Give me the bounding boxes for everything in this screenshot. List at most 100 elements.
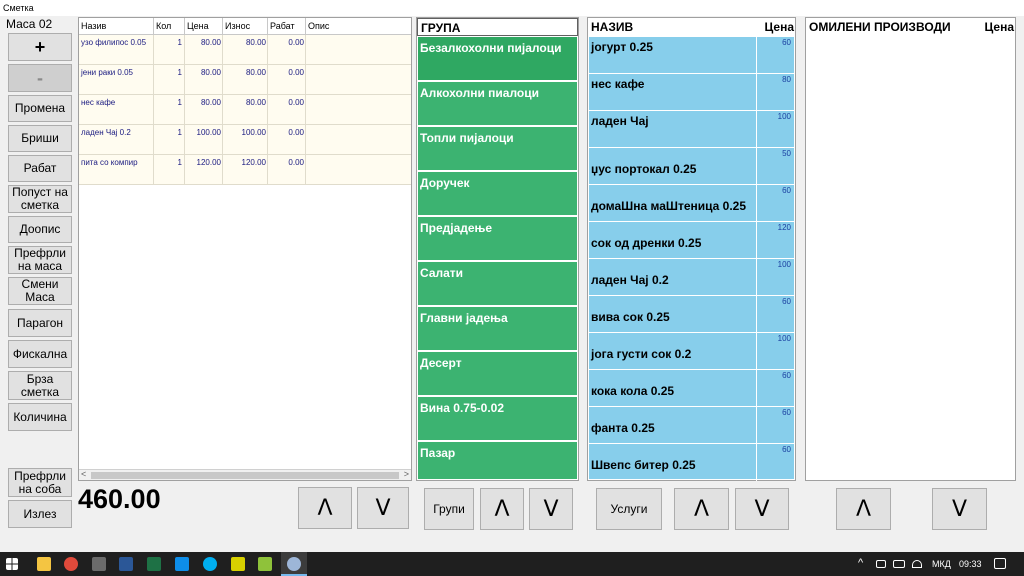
table-row[interactable]: нес кафе 1 80.00 80.00 0.00 xyxy=(79,95,411,125)
groups-scroll-up-button[interactable]: Λ xyxy=(480,488,524,530)
favorites-scroll-up-button[interactable]: Λ xyxy=(836,488,891,530)
cell-name: нес кафе xyxy=(81,98,116,107)
sevenzip-icon[interactable] xyxy=(231,557,245,571)
cell-amount: 80.00 xyxy=(245,98,266,107)
product-item[interactable]: домаШна маШтеница 0.25 60 xyxy=(589,185,794,222)
app-icon[interactable] xyxy=(258,557,272,571)
order-scroll-up-button[interactable]: Λ xyxy=(298,487,352,529)
minus-button[interactable]: - xyxy=(8,64,72,92)
favorites-panel[interactable]: ОМИЛЕНИ ПРОИЗВОДИ Цена xyxy=(805,17,1016,481)
product-item[interactable]: јогурт 0.25 60 xyxy=(589,37,794,74)
services-button[interactable]: Услуги xyxy=(596,488,662,530)
tray-chevron-icon[interactable]: ^ xyxy=(858,557,863,569)
col-header-price[interactable]: Цена xyxy=(187,21,209,31)
product-name: кока кола 0.25 xyxy=(591,384,675,398)
group-item[interactable]: Алкохолни пиалоци xyxy=(418,82,577,126)
transfer-room-button[interactable]: Префрли на соба xyxy=(8,468,72,497)
delete-button[interactable]: Бриши xyxy=(8,125,72,152)
cell-name: јени раки 0.05 xyxy=(81,68,133,77)
bill-discount-button[interactable]: Попуст на сметка xyxy=(8,185,72,213)
col-header-name[interactable]: Назив xyxy=(81,21,106,31)
group-item[interactable]: Пазар xyxy=(418,442,577,480)
product-price: 50 xyxy=(782,149,791,158)
product-item[interactable]: ладен Чај 0.2 100 xyxy=(589,259,794,296)
product-price: 60 xyxy=(782,186,791,195)
word-icon[interactable] xyxy=(119,557,133,571)
order-grid[interactable]: Назив Кол Цена Износ Рабат Опис узо фили… xyxy=(78,17,412,481)
excel-icon[interactable] xyxy=(147,557,161,571)
cell-qty: 1 xyxy=(177,98,182,107)
discount-button[interactable]: Рабат xyxy=(8,155,72,182)
col-header-amount[interactable]: Износ xyxy=(225,21,250,31)
teamviewer-icon[interactable] xyxy=(175,557,189,571)
favorites-scroll-down-button[interactable]: V xyxy=(932,488,987,530)
product-item[interactable]: џус портокал 0.25 50 xyxy=(589,148,794,185)
add-button[interactable]: + xyxy=(8,33,72,61)
product-item[interactable]: фанта 0.25 60 xyxy=(589,407,794,444)
product-item[interactable]: сок од дренки 0.25 120 xyxy=(589,222,794,259)
product-item[interactable]: ладен Чај 100 xyxy=(589,111,794,148)
file-explorer-icon[interactable] xyxy=(37,557,51,571)
products-scroll-down-button[interactable]: V xyxy=(735,488,789,530)
product-item[interactable]: вива сок 0.25 60 xyxy=(589,296,794,333)
quick-bill-button[interactable]: Брза сметка xyxy=(8,371,72,400)
transfer-table-button[interactable]: Префрли на маса xyxy=(8,246,72,274)
cell-price: 80.00 xyxy=(200,68,221,77)
groups-button[interactable]: Групи xyxy=(424,488,474,530)
col-header-discount[interactable]: Рабат xyxy=(270,21,295,31)
table-row[interactable]: узо филипос 0.05 1 80.00 80.00 0.00 xyxy=(79,35,411,65)
favorites-header-price: Цена xyxy=(984,20,1014,34)
product-name: сок од дренки 0.25 xyxy=(591,236,702,250)
table-row[interactable]: пита со компир 1 120.00 120.00 0.00 xyxy=(79,155,411,185)
group-item[interactable]: Предјадење xyxy=(418,217,577,261)
cell-price: 80.00 xyxy=(200,38,221,47)
group-item[interactable]: Салати xyxy=(418,262,577,306)
quantity-button[interactable]: Количина xyxy=(8,403,72,431)
clock[interactable]: 09:33 xyxy=(959,559,982,569)
scrollbar-thumb[interactable] xyxy=(91,472,399,479)
product-item[interactable]: јога густи сок 0.2 100 xyxy=(589,333,794,370)
product-item[interactable]: Швепс битер 0.25 60 xyxy=(589,444,794,481)
product-item[interactable]: нес кафе 80 xyxy=(589,74,794,111)
product-price: 100 xyxy=(777,334,791,343)
cell-amount: 80.00 xyxy=(245,38,266,47)
group-item[interactable]: Топли пијалоци xyxy=(418,127,577,171)
scroll-right-icon[interactable]: > xyxy=(404,469,409,479)
exit-button[interactable]: Излез xyxy=(8,500,72,528)
note-button[interactable]: Доопис xyxy=(8,216,72,243)
pos-app-icon[interactable] xyxy=(287,557,301,571)
calculator-icon[interactable] xyxy=(92,557,106,571)
battery-icon[interactable] xyxy=(893,560,905,568)
product-name: јогурт 0.25 xyxy=(591,40,653,54)
start-icon[interactable] xyxy=(6,558,18,570)
network-icon[interactable] xyxy=(912,560,922,568)
cell-discount: 0.00 xyxy=(288,128,304,137)
group-item[interactable]: Вина 0.75-0.02 xyxy=(418,397,577,441)
fiscal-button[interactable]: Фискална xyxy=(8,340,72,368)
product-header-name: НАЗИВ xyxy=(591,20,634,34)
skype-icon[interactable] xyxy=(203,557,217,571)
change-button[interactable]: Промена xyxy=(8,95,72,122)
group-item[interactable]: Безалкохолни пијалоци xyxy=(418,37,577,81)
scroll-left-icon[interactable]: < xyxy=(81,469,86,479)
products-scroll-up-button[interactable]: Λ xyxy=(674,488,729,530)
horizontal-scrollbar[interactable]: < > xyxy=(79,469,411,480)
group-item[interactable]: Главни јадења xyxy=(418,307,577,351)
cell-price: 100.00 xyxy=(196,128,221,137)
chrome-icon[interactable] xyxy=(64,557,78,571)
table-row[interactable]: јени раки 0.05 1 80.00 80.00 0.00 xyxy=(79,65,411,95)
input-language[interactable]: МКД xyxy=(932,559,951,569)
groups-scroll-down-button[interactable]: V xyxy=(529,488,573,530)
table-row[interactable]: ладен Чај 0.2 1 100.00 100.00 0.00 xyxy=(79,125,411,155)
volume-icon[interactable] xyxy=(876,560,886,568)
notifications-icon[interactable] xyxy=(994,558,1006,569)
receipt-button[interactable]: Парагон xyxy=(8,309,72,337)
product-item[interactable]: кока кола 0.25 60 xyxy=(589,370,794,407)
group-item[interactable]: Десерт xyxy=(418,352,577,396)
change-table-button[interactable]: Смени Маса xyxy=(8,277,72,305)
col-header-description[interactable]: Опис xyxy=(308,21,329,31)
col-header-qty[interactable]: Кол xyxy=(156,21,171,31)
product-panel: НАЗИВ Цена јогурт 0.25 60 нес кафе 80 ладе… xyxy=(587,17,796,481)
order-scroll-down-button[interactable]: V xyxy=(357,487,409,529)
group-item[interactable]: Доручек xyxy=(418,172,577,216)
